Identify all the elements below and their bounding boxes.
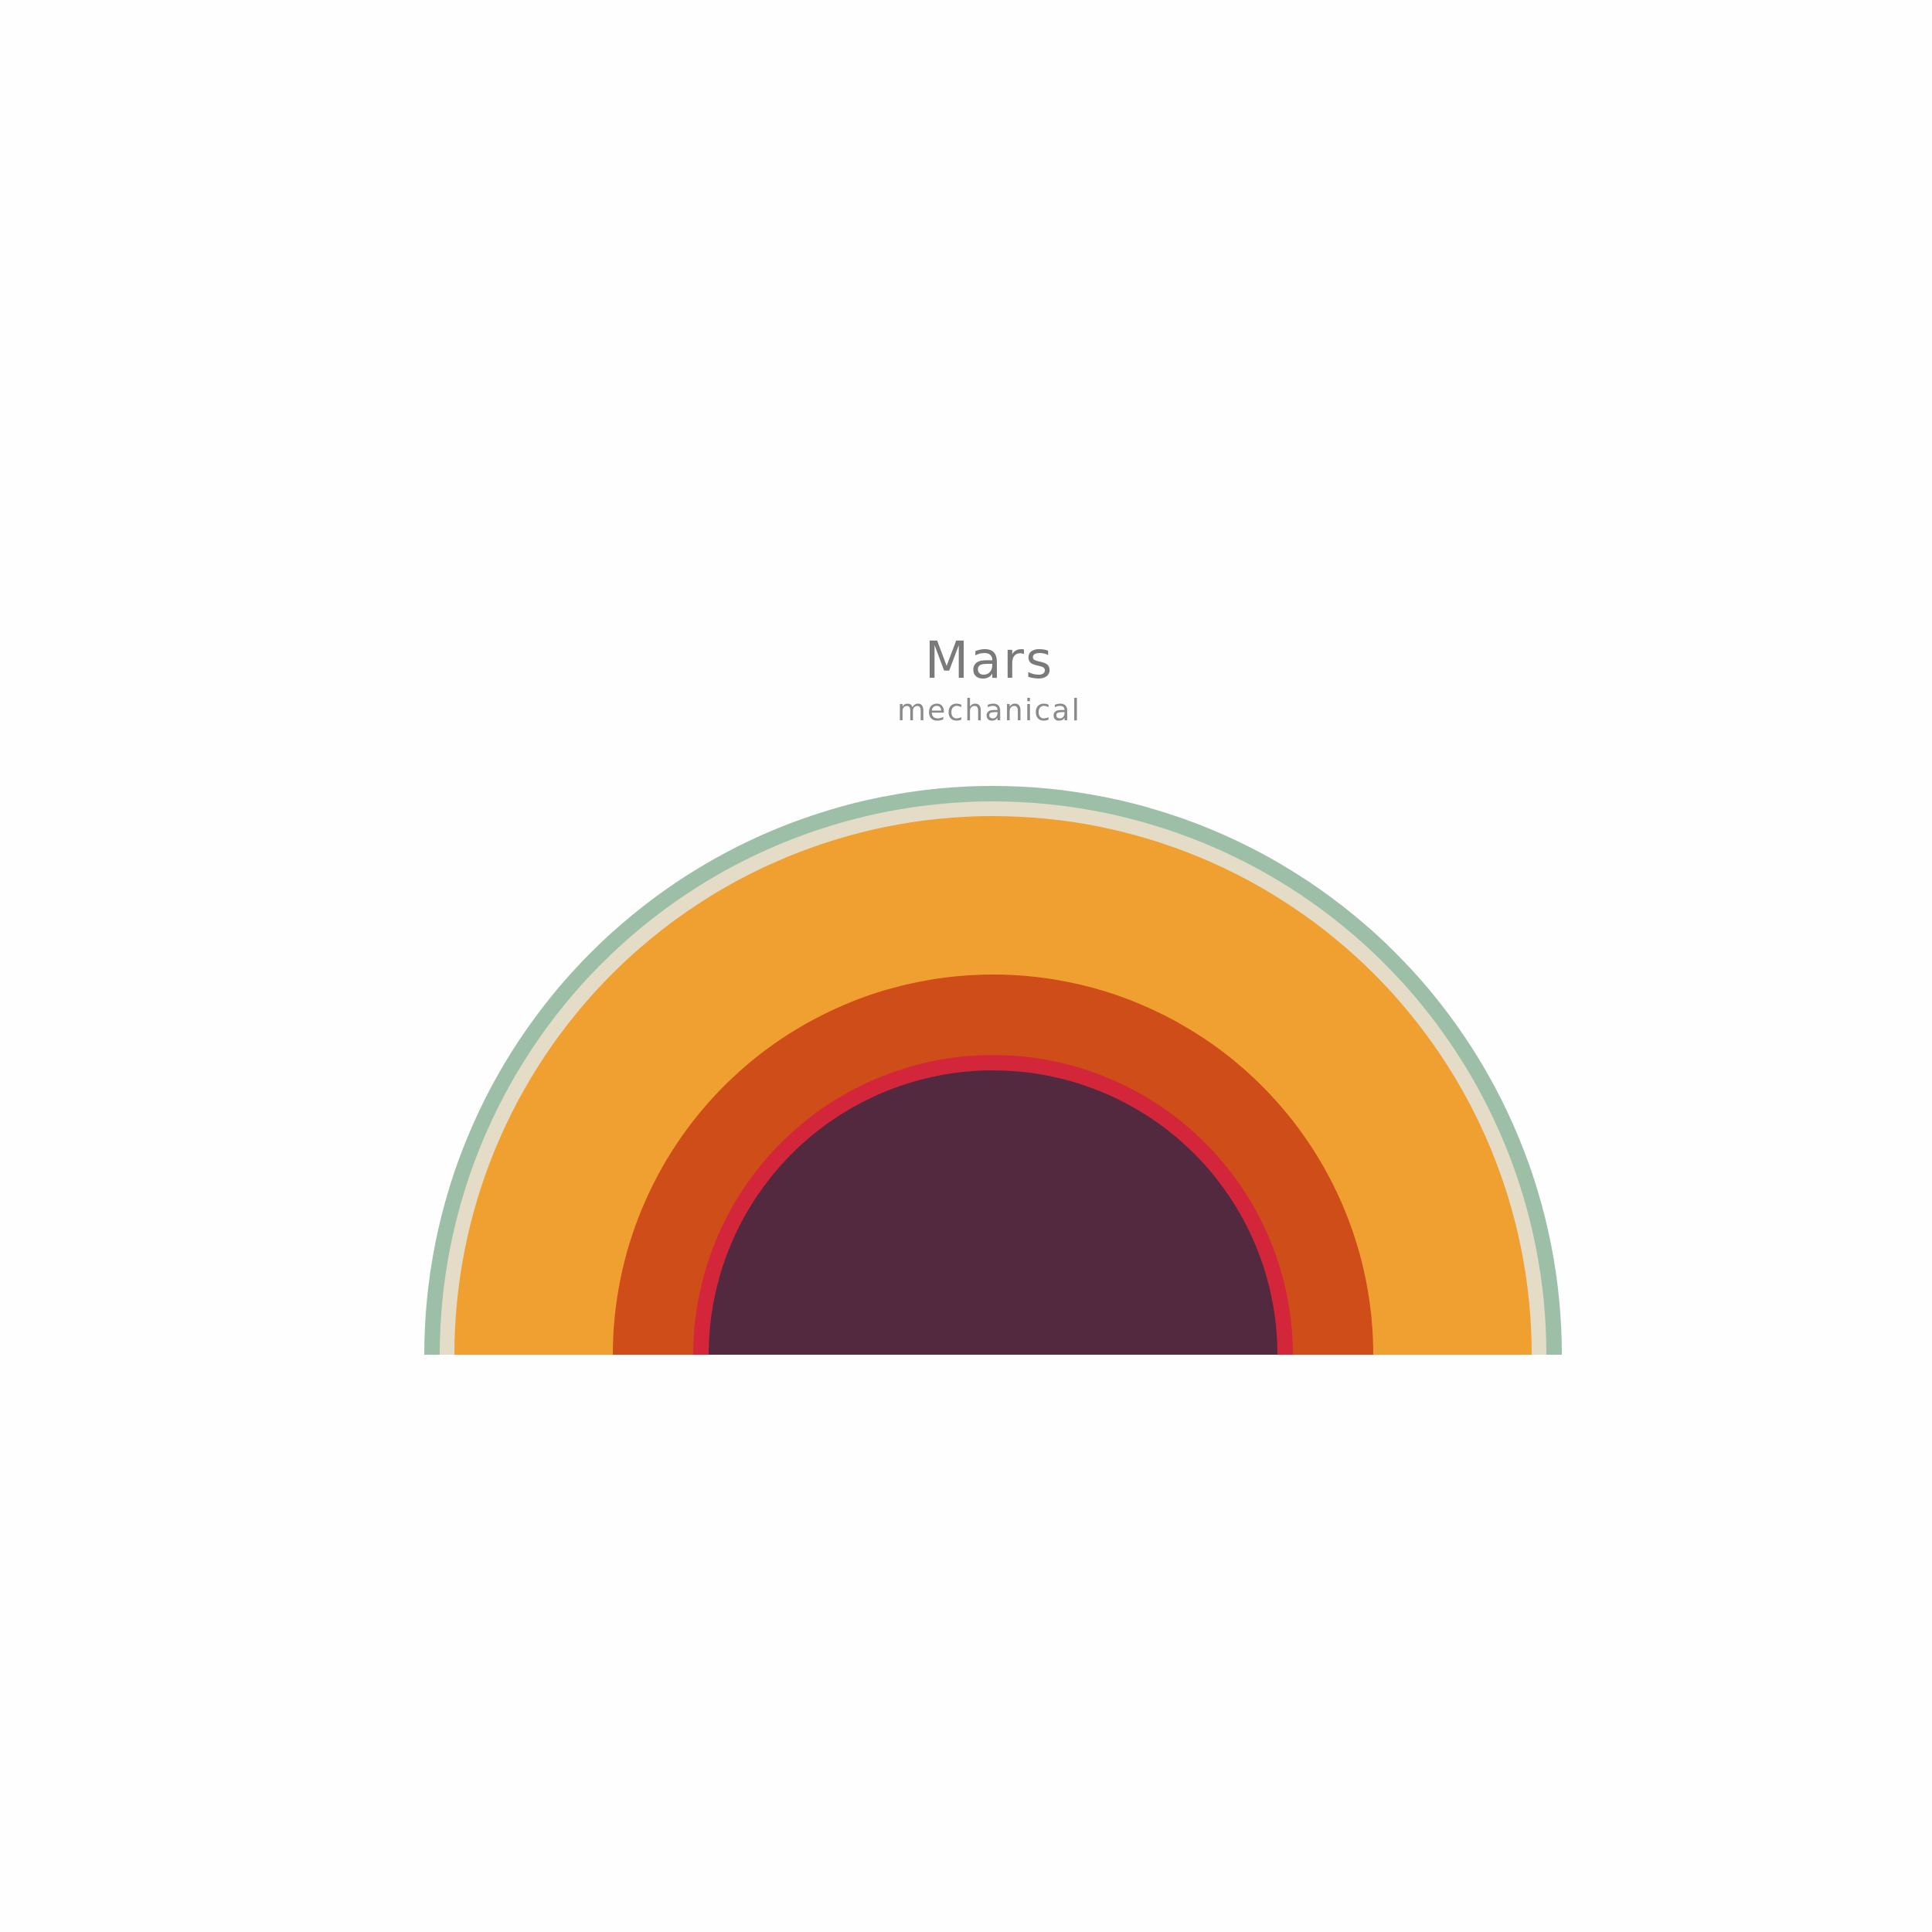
- diagram-canvas: Mars mechanical: [0, 0, 1932, 1932]
- planet-layers-diagram: [424, 786, 1562, 1355]
